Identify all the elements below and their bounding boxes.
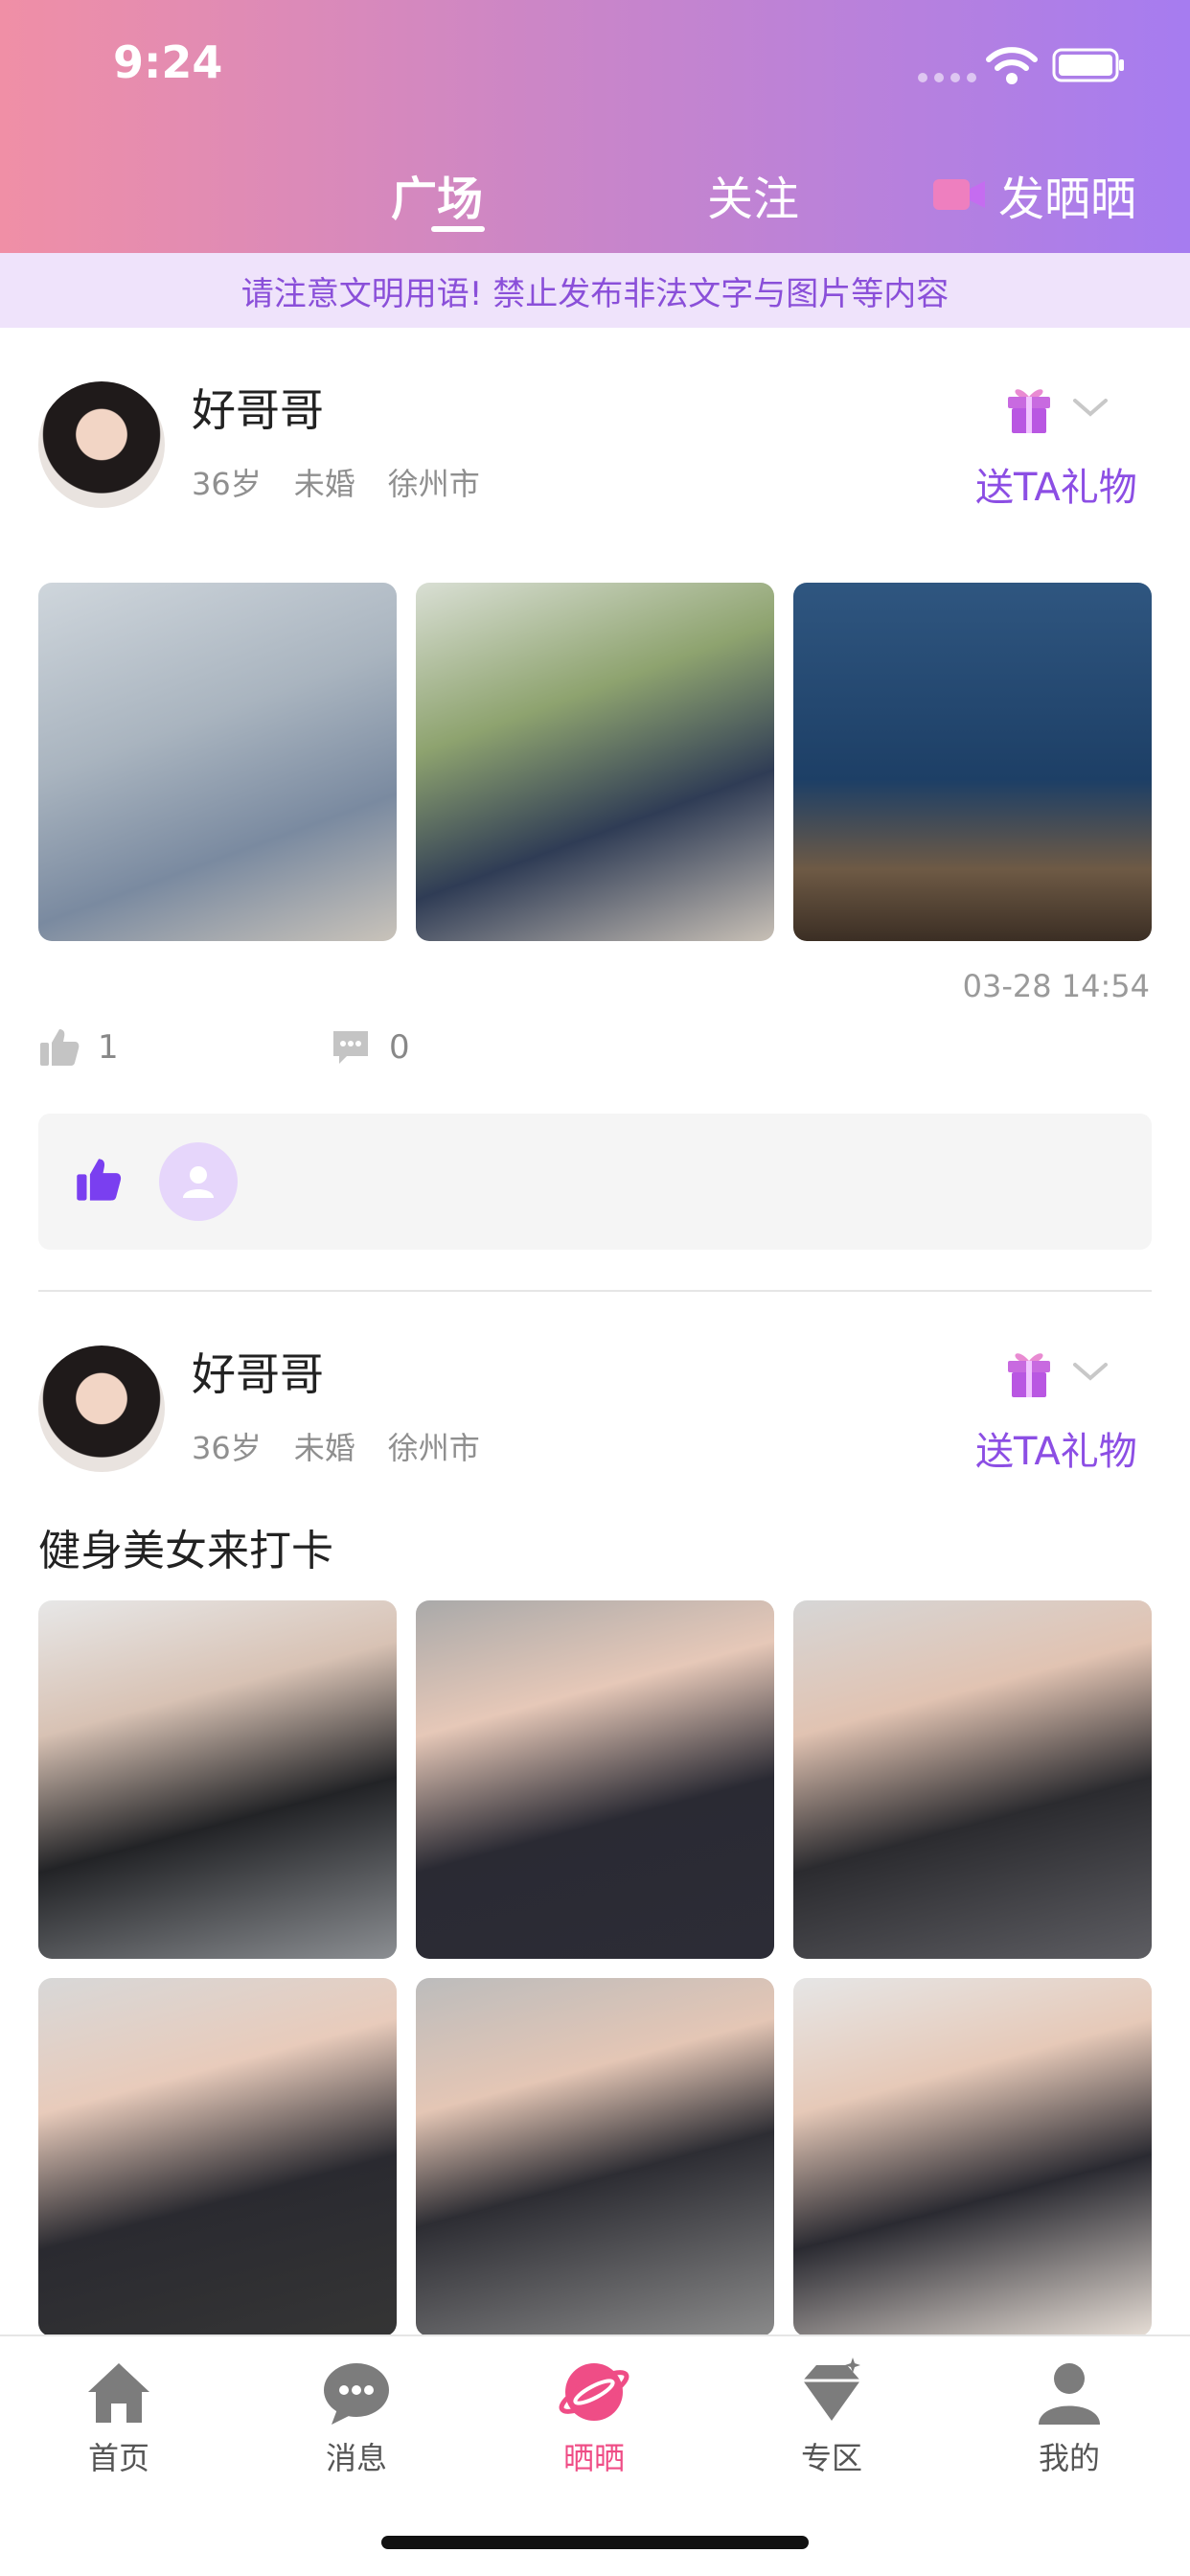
like-button[interactable]: 1 [38, 1027, 119, 1068]
post-photo[interactable] [416, 1978, 774, 2336]
gift-icon[interactable] [1004, 380, 1054, 435]
user-city: 徐州市 [387, 466, 480, 502]
home-icon [88, 2363, 149, 2423]
thumbs-up-icon [77, 1159, 122, 1201]
post-photo[interactable] [416, 1600, 774, 1959]
user-age: 36岁 [192, 1430, 262, 1466]
post-photo[interactable] [793, 1600, 1152, 1959]
nav-shaishai-label: 晒晒 [562, 2440, 625, 2476]
user-marital: 未婚 [293, 1430, 355, 1466]
send-gift-label[interactable]: 送TA礼物 [975, 1420, 1137, 1476]
gift-icon[interactable] [1004, 1344, 1054, 1399]
chevron-down-icon[interactable] [1071, 397, 1110, 420]
diamond-icon [803, 2358, 860, 2421]
thumbs-up-icon [40, 1029, 80, 1066]
video-camera-icon [933, 179, 985, 210]
status-time: 9:24 [113, 36, 223, 88]
post-photo[interactable] [38, 1600, 397, 1959]
post-timestamp: 03-28 14:54 [962, 968, 1150, 1004]
send-gift-label[interactable]: 送TA礼物 [975, 456, 1137, 512]
comment-button[interactable]: 0 [330, 1027, 410, 1068]
post-card: 好哥哥 36岁 未婚 徐州市 送TA礼物 03-28 14:54 1 0 [0, 328, 1190, 1290]
post-photo[interactable] [416, 583, 774, 941]
post-photo[interactable] [793, 583, 1152, 941]
nav-profile-label: 我的 [1038, 2440, 1100, 2476]
username[interactable]: 好哥哥 [192, 376, 324, 439]
user-meta: 36岁 未婚 徐州市 [192, 1424, 480, 1468]
username[interactable]: 好哥哥 [192, 1340, 324, 1403]
planet-icon [559, 2363, 629, 2421]
post-card: 好哥哥 36岁 未婚 徐州市 送TA礼物 健身美女来打卡 [0, 1292, 1190, 2336]
nav-home-label: 首页 [87, 2440, 149, 2476]
post-caption: 健身美女来打卡 [38, 1527, 333, 1576]
user-marital: 未婚 [293, 466, 355, 502]
home-indicator [381, 2536, 809, 2549]
notice-banner: 请注意文明用语! 禁止发布非法文字与图片等内容 [0, 253, 1190, 328]
likers-box [38, 1114, 1152, 1250]
liker-avatar[interactable] [159, 1142, 238, 1221]
signal-icon [918, 73, 976, 82]
user-icon [183, 1166, 214, 1198]
post-photo[interactable] [38, 1978, 397, 2336]
nav-shaishai[interactable]: 晒晒 [517, 2354, 671, 2478]
nav-zone-label: 专区 [800, 2440, 862, 2476]
tab-square[interactable]: 广场 [391, 161, 486, 232]
wifi-icon [986, 47, 1038, 84]
comment-icon [333, 1031, 368, 1064]
post-button-label: 发晒晒 [998, 172, 1137, 226]
user-meta: 36岁 未婚 徐州市 [192, 460, 480, 504]
post-photo[interactable] [38, 583, 397, 941]
nav-profile[interactable]: 我的 [993, 2354, 1146, 2478]
user-icon [1039, 2363, 1100, 2425]
post-photo[interactable] [793, 1978, 1152, 2336]
post-button[interactable]: 发晒晒 [931, 161, 1136, 228]
like-count: 1 [98, 1028, 119, 1067]
tab-follow[interactable]: 关注 [707, 161, 799, 228]
battery-icon [1052, 48, 1124, 82]
chevron-down-icon[interactable] [1071, 1361, 1110, 1384]
nav-messages[interactable]: 消息 [280, 2354, 433, 2478]
user-age: 36岁 [192, 466, 262, 502]
nav-zone[interactable]: 专区 [755, 2354, 908, 2478]
message-icon [324, 2363, 389, 2425]
nav-messages-label: 消息 [325, 2440, 387, 2476]
comment-count: 0 [389, 1028, 410, 1067]
top-header: 9:24 广场 关注 发晒晒 [0, 0, 1190, 253]
avatar[interactable] [38, 1346, 165, 1472]
avatar[interactable] [38, 381, 165, 508]
nav-home[interactable]: 首页 [42, 2354, 195, 2478]
user-city: 徐州市 [387, 1430, 480, 1466]
